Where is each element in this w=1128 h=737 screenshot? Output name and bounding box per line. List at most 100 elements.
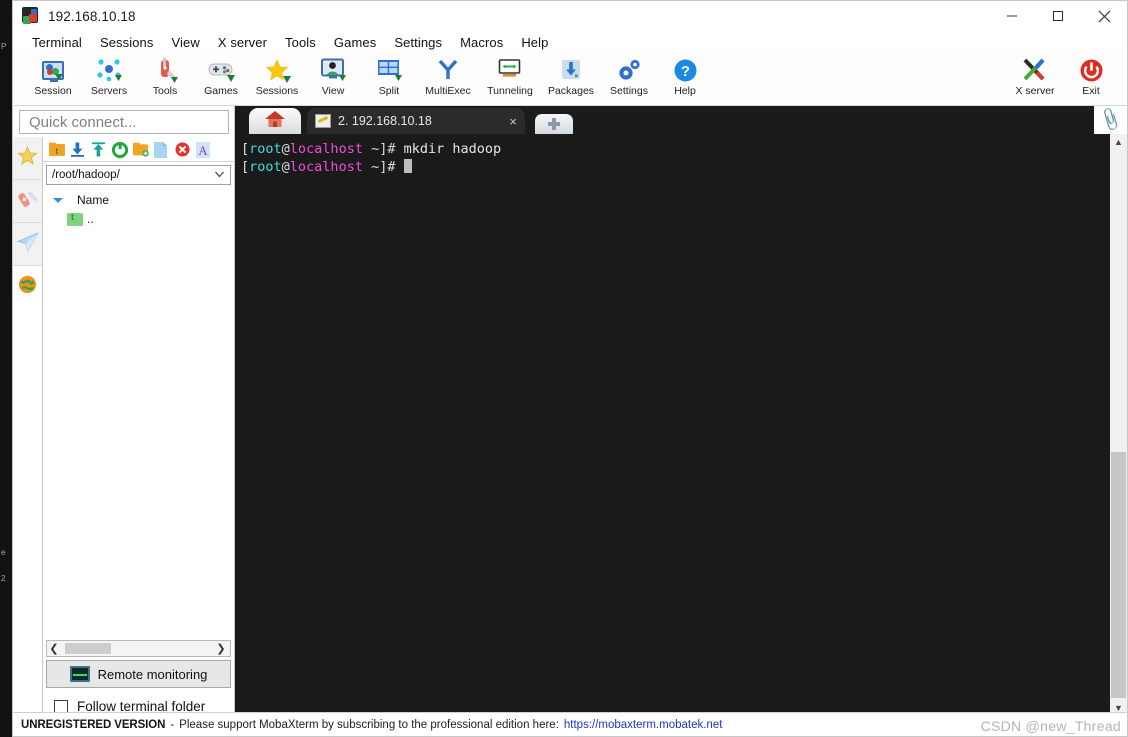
delete-icon[interactable] (175, 142, 191, 158)
prompt-bracket-open: [ (241, 141, 250, 157)
toolbar-label-split: Split (378, 85, 400, 97)
file-browser-hscrollbar[interactable]: ❮ ❯ (46, 640, 231, 657)
remote-monitoring-button[interactable]: Remote monitoring (46, 660, 231, 688)
prompt-at: @ (281, 159, 290, 175)
menu-item-terminal[interactable]: Terminal (23, 33, 91, 52)
upload-icon[interactable] (91, 142, 107, 158)
menu-item-settings[interactable]: Settings (385, 33, 451, 52)
menu-item-sessions[interactable]: Sessions (91, 33, 163, 52)
menu-item-help[interactable]: Help (512, 33, 557, 52)
paper-plane-icon (16, 231, 39, 257)
window-title: 192.168.10.18 (48, 8, 136, 24)
toolbar-button-games[interactable]: Games (193, 53, 249, 97)
globe-icon (18, 275, 37, 299)
menu-item-tools[interactable]: Tools (276, 33, 325, 52)
menu-bar: Terminal Sessions View X server Tools Ga… (13, 31, 1127, 53)
toolbar-button-tools[interactable]: Tools (137, 53, 193, 97)
scroll-up-icon[interactable]: ▲ (1110, 134, 1127, 150)
parent-folder-icon (67, 211, 83, 226)
sidebar-tab-sessions[interactable] (13, 137, 42, 180)
chevron-down-icon[interactable] (53, 197, 63, 203)
toolbar-label-xserver: X server (1015, 85, 1055, 97)
terminal-cursor (403, 159, 412, 173)
toolbar-button-multiexec[interactable]: MultiExec (417, 53, 479, 97)
toolbar-button-packages[interactable]: Packages (541, 53, 601, 97)
menu-item-games[interactable]: Games (325, 33, 385, 52)
toolbar-button-xserver[interactable]: X server (1007, 53, 1063, 97)
toolbar-label-sessions: Sessions (255, 85, 299, 97)
status-message-group: UNREGISTERED VERSION - Please support Mo… (13, 719, 722, 731)
hscroll-thumb[interactable] (65, 643, 111, 654)
title-bar: 192.168.10.18 (13, 1, 1127, 31)
toolbar-button-session[interactable]: Session (25, 53, 81, 97)
terminal-tab-1[interactable]: 2. 192.168.10.18 × (307, 108, 525, 134)
toolbar-button-servers[interactable]: Servers (81, 53, 137, 97)
mobaxterm-window: 192.168.10.18 Terminal Sessions View X s… (12, 0, 1128, 737)
main-toolbar: Session Servers Tools Games Sessions Vie… (13, 53, 1127, 106)
sidebar-tab-macros[interactable] (13, 223, 42, 266)
edge-artifact-2: 2 (1, 574, 6, 583)
close-icon[interactable] (1081, 1, 1127, 31)
menu-item-xserver[interactable]: X server (209, 33, 276, 52)
toolbar-button-tunneling[interactable]: Tunneling (479, 53, 541, 97)
home-icon (264, 109, 286, 134)
prompt-suffix: ~]# (362, 159, 404, 175)
app-root: P e 2 192.168.10.18 Terminal Sessions Vi… (0, 0, 1128, 737)
new-folder-icon[interactable] (133, 142, 149, 158)
text-mode-icon[interactable]: A (196, 142, 212, 158)
star-icon (17, 145, 38, 171)
menu-item-macros[interactable]: Macros (451, 33, 512, 52)
terminal-pane: 2. 192.168.10.18 × 📎 [root@localhost ~]#… (235, 106, 1127, 716)
attachment-button[interactable]: 📎 (1094, 106, 1127, 134)
toolbar-button-view[interactable]: View (305, 53, 361, 97)
file-browser-tree[interactable]: Name .. (43, 185, 234, 640)
follow-terminal-folder-row[interactable]: Follow terminal folder (43, 688, 234, 714)
toolbar-button-sessions[interactable]: Sessions (249, 53, 305, 97)
file-browser-path-input[interactable]: /root/hadoop/ (46, 165, 231, 185)
plus-icon (548, 118, 560, 130)
status-link[interactable]: https://mobaxterm.mobatek.net (564, 719, 723, 731)
tunneling-arrows-icon (497, 56, 523, 84)
sidebar-tab-globe[interactable] (13, 266, 42, 308)
vscroll-thumb[interactable] (1111, 452, 1126, 698)
exit-power-icon (1079, 56, 1104, 84)
scroll-right-icon[interactable]: ❯ (214, 642, 228, 655)
svg-text:?: ? (680, 63, 689, 80)
toolbar-label-exit: Exit (1082, 85, 1100, 97)
home-tab[interactable] (249, 108, 301, 134)
toolbar-button-split[interactable]: Split (361, 53, 417, 97)
quick-connect-input[interactable]: Quick connect... (19, 110, 229, 134)
terminal-command-1: mkdir hadoop (403, 141, 502, 157)
new-file-icon[interactable] (154, 142, 170, 158)
ssh-key-icon (315, 114, 331, 128)
file-browser-column-header[interactable]: Name (43, 191, 234, 209)
menu-item-view[interactable]: View (163, 33, 209, 52)
file-browser-row-parent[interactable]: .. (43, 209, 234, 229)
sidebar-vertical-tabs (13, 137, 43, 736)
refresh-icon[interactable] (111, 141, 129, 159)
left-pane: Quick connect... t A /root/hadoop/ Name … (13, 106, 235, 736)
toolbar-label-multiexec: MultiExec (425, 85, 471, 97)
file-browser: t A /root/hadoop/ Name t .. ❮ ❯ Remote m… (43, 137, 234, 714)
edge-artifact-pa: P (1, 42, 7, 51)
toolbar-button-settings[interactable]: Settings (601, 53, 657, 97)
minimize-icon[interactable] (989, 1, 1035, 31)
maximize-icon[interactable] (1035, 1, 1081, 31)
new-tab-button[interactable] (535, 114, 573, 134)
terminal-output[interactable]: [root@localhost ~]# mkdir hadoop [root@l… (235, 134, 1109, 716)
svg-text:t: t (55, 145, 58, 157)
toolbar-label-servers: Servers (90, 85, 128, 97)
sidebar-tab-tools[interactable] (13, 180, 42, 223)
file-browser-column-name: Name (77, 193, 110, 207)
chevron-down-icon[interactable] (215, 170, 224, 179)
parent-folder-icon[interactable]: t (49, 142, 65, 158)
split-grid-icon (376, 56, 402, 84)
download-icon[interactable] (70, 142, 86, 158)
prompt-bracket-open: [ (241, 159, 250, 175)
toolbar-button-help[interactable]: ? Help (657, 53, 713, 97)
terminal-vscrollbar[interactable]: ▲ ▼ (1109, 134, 1127, 716)
toolbar-label-packages: Packages (547, 85, 595, 97)
toolbar-button-exit[interactable]: Exit (1063, 53, 1119, 97)
close-icon[interactable]: × (509, 114, 517, 129)
scroll-left-icon[interactable]: ❮ (47, 642, 61, 655)
